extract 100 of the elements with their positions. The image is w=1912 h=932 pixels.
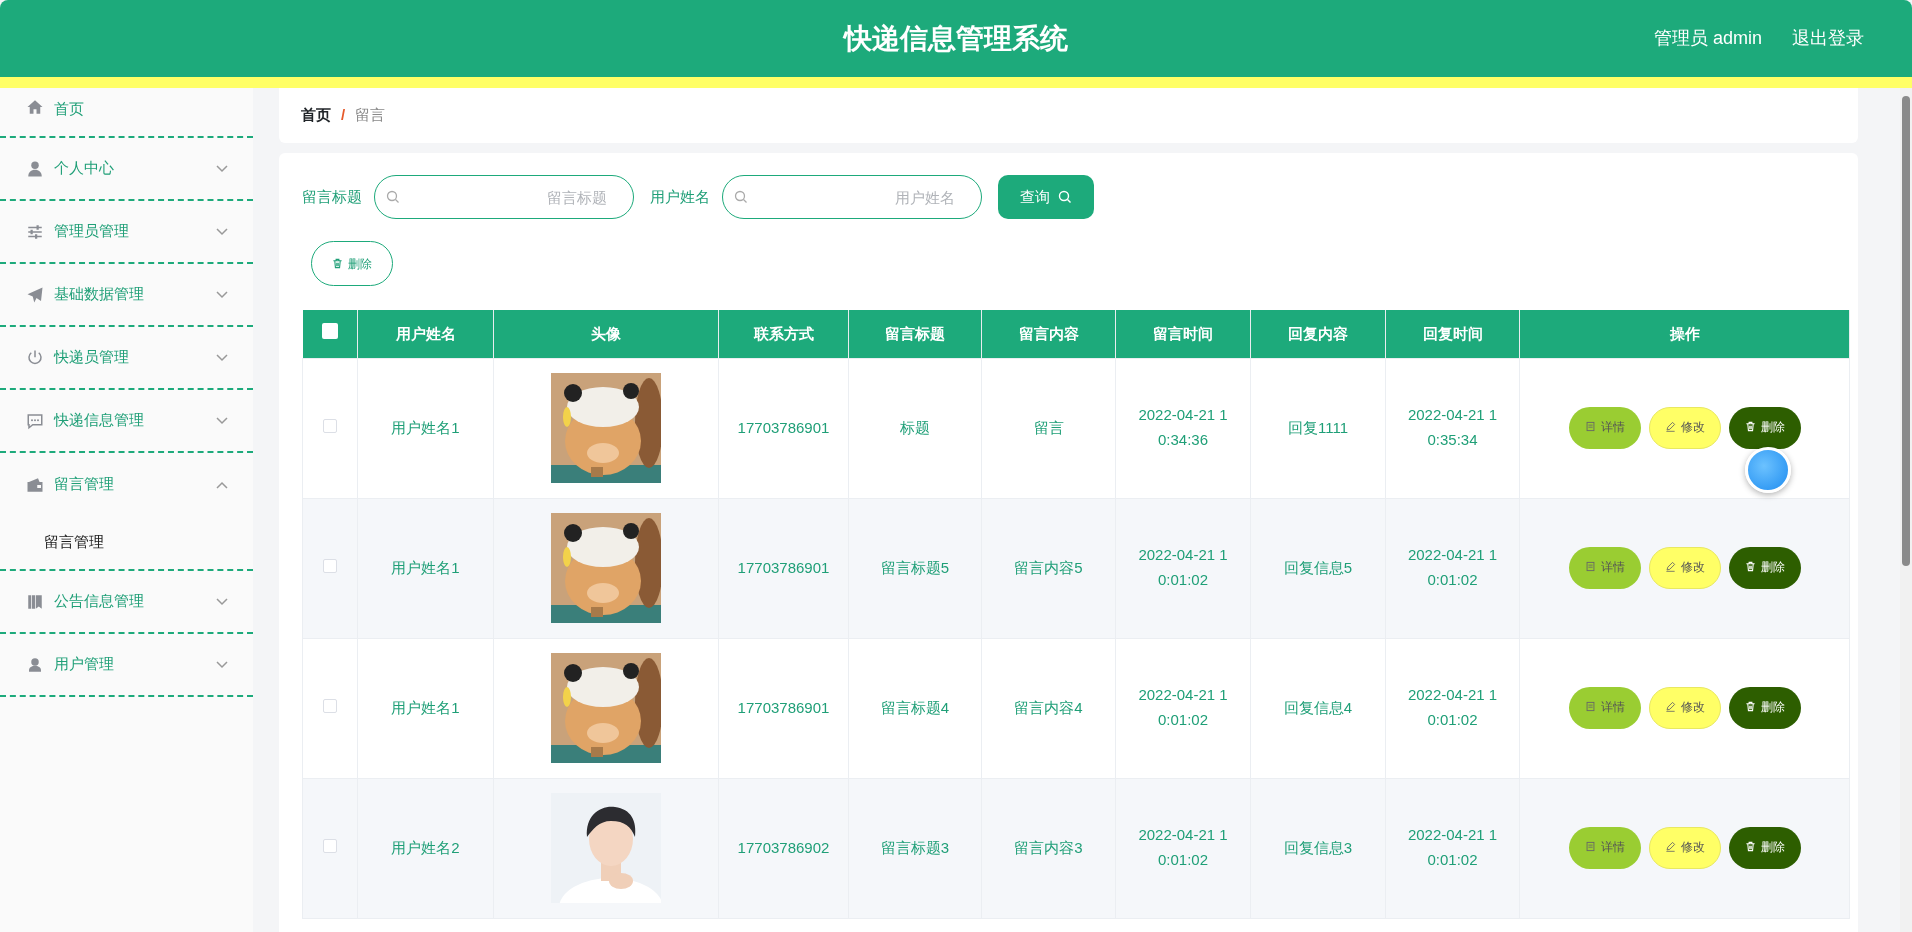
table-cell: 回复信息5 — [1250, 498, 1386, 638]
column-header: 回复内容 — [1250, 310, 1386, 358]
table-cell-text: 2022-04-21 10:34:36 — [1137, 405, 1229, 450]
edit-button[interactable]: 修改 — [1648, 687, 1721, 729]
column-header: 联系方式 — [718, 310, 849, 358]
column-header: 用户姓名 — [357, 310, 494, 358]
sidebar-item[interactable]: 快递信息管理 — [0, 390, 253, 453]
table-cell: 17703786901 — [718, 498, 849, 638]
table-cell: 留言标题4 — [848, 638, 982, 778]
row-checkbox[interactable] — [323, 698, 337, 713]
search-field[interactable]: 留言标题 — [374, 175, 634, 219]
pencil-icon — [1664, 841, 1676, 853]
search-field[interactable]: 用户姓名 — [722, 175, 982, 219]
table-cell-text: 2022-04-21 10:01:02 — [1137, 545, 1229, 590]
person-icon — [26, 159, 44, 178]
chat-icon — [26, 411, 44, 430]
app-title: 快递信息管理系统 — [844, 21, 1068, 56]
trash-icon — [1744, 561, 1756, 573]
table-cell: 留言内容5 — [981, 498, 1116, 638]
table-cell: 用户姓名1 — [357, 498, 494, 638]
sidebar-item[interactable]: 首页 — [0, 88, 253, 138]
table-cell-text: 2022-04-21 10:01:02 — [1137, 825, 1229, 870]
logout-link[interactable]: 退出登录 — [1792, 25, 1864, 52]
table-cell: 17703786901 — [718, 358, 849, 498]
power-icon — [26, 348, 44, 367]
sliders-icon — [26, 222, 44, 241]
table-cell: 留言标题3 — [848, 778, 982, 918]
table-cell: 用户姓名1 — [357, 358, 494, 498]
sidebar-item[interactable]: 公告信息管理 — [0, 571, 253, 634]
submenu-item[interactable]: 留言管理 — [0, 516, 253, 571]
table-cell: 回复信息3 — [1250, 778, 1386, 918]
pencil-icon — [1664, 421, 1676, 433]
home-icon — [26, 98, 44, 116]
sidebar-item[interactable]: 个人中心 — [0, 138, 253, 201]
details-button[interactable]: 详情 — [1568, 687, 1641, 729]
pencil-icon — [1664, 561, 1676, 573]
table-cell: 回复信息4 — [1250, 638, 1386, 778]
document-icon — [1584, 701, 1596, 713]
edit-button[interactable]: 修改 — [1648, 827, 1721, 869]
trash-icon — [1744, 841, 1756, 853]
trash-icon — [332, 258, 343, 269]
table-cell-text: 2022-04-21 10:01:02 — [1406, 685, 1499, 730]
delete-button[interactable]: 删除 — [1728, 827, 1801, 869]
column-header: 回复时间 — [1385, 310, 1520, 358]
column-header: 留言时间 — [1115, 310, 1251, 358]
table-cell-text: 2022-04-21 10:01:02 — [1406, 545, 1499, 590]
delete-button[interactable]: 删除 — [311, 241, 393, 286]
column-header: 留言标题 — [848, 310, 982, 358]
trash-icon — [1744, 701, 1756, 713]
document-icon — [1584, 421, 1596, 433]
table-cell: 用户姓名2 — [357, 778, 494, 918]
table-cell: 用户姓名1 — [357, 638, 494, 778]
pencil-icon — [1664, 701, 1676, 713]
search-icon — [1058, 190, 1072, 204]
sidebar-item[interactable]: 用户管理 — [0, 634, 253, 697]
field-label: 留言标题 — [302, 186, 362, 207]
field-label: 用户姓名 — [650, 186, 710, 207]
user-label: 管理员 admin — [1653, 27, 1762, 50]
sidebar-item[interactable]: 快递员管理 — [0, 327, 253, 390]
search-button[interactable]: 查询 — [998, 175, 1094, 219]
breadcrumb-item[interactable]: 首页 — [301, 104, 331, 127]
wallet-icon — [26, 475, 44, 494]
trash-icon — [1744, 421, 1756, 433]
table-cell: 17703786902 — [718, 778, 849, 918]
table-cell: 回复1111 — [1250, 358, 1386, 498]
row-checkbox[interactable] — [323, 838, 337, 853]
document-icon — [1584, 561, 1596, 573]
row-checkbox[interactable] — [323, 558, 337, 573]
column-header: 头像 — [493, 310, 719, 358]
details-button[interactable]: 详情 — [1568, 407, 1641, 449]
user-icon — [26, 655, 44, 674]
breadcrumb-item: 留言 — [355, 105, 386, 126]
sidebar-item[interactable]: 留言管理 — [0, 453, 253, 516]
table-cell: 留言 — [981, 358, 1116, 498]
column-header: 操作 — [1519, 310, 1850, 358]
details-button[interactable]: 详情 — [1568, 547, 1641, 589]
sidebar-item[interactable]: 基础数据管理 — [0, 264, 253, 327]
column-header: 留言内容 — [981, 310, 1116, 358]
search-icon — [734, 190, 748, 204]
table-cell-text: 2022-04-21 10:01:02 — [1137, 685, 1229, 730]
breadcrumb-separator: / — [341, 105, 346, 126]
row-checkbox[interactable] — [323, 418, 337, 433]
delete-button[interactable]: 删除 — [1728, 547, 1801, 589]
select-all-checkbox[interactable] — [321, 322, 338, 339]
document-icon — [1584, 841, 1596, 853]
table-cell-text: 2022-04-21 10:35:34 — [1406, 405, 1499, 450]
delete-button[interactable]: 删除 — [1728, 687, 1801, 729]
book-icon — [26, 592, 44, 611]
paper-plane-icon — [26, 285, 44, 304]
details-button[interactable]: 详情 — [1568, 827, 1641, 869]
table-cell-text: 2022-04-21 10:01:02 — [1406, 825, 1499, 870]
table-cell: 留言内容4 — [981, 638, 1116, 778]
edit-button[interactable]: 修改 — [1648, 547, 1721, 589]
table-cell: 17703786901 — [718, 638, 849, 778]
search-icon — [386, 190, 400, 204]
table-cell: 标题 — [848, 358, 982, 498]
sidebar-item[interactable]: 管理员管理 — [0, 201, 253, 264]
table-cell: 留言标题5 — [848, 498, 982, 638]
edit-button[interactable]: 修改 — [1648, 407, 1721, 449]
delete-button[interactable]: 删除 — [1728, 407, 1801, 449]
